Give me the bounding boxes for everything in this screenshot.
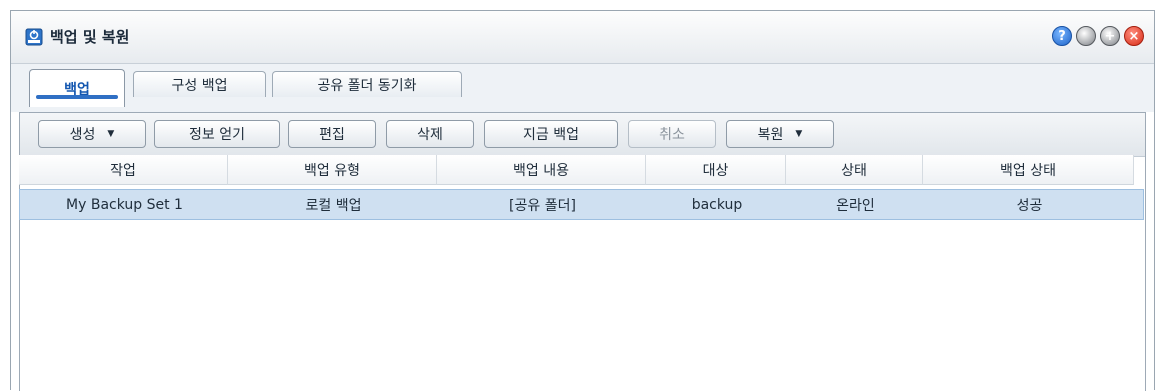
chevron-down-icon: ▼: [107, 129, 115, 139]
cell-destination: backup: [691, 196, 743, 213]
tab-config-backup-label: 구성 백업: [171, 77, 228, 94]
tab-shared-folder-sync-label: 공유 폴더 동기화: [317, 77, 417, 94]
delete-button[interactable]: 삭제: [386, 120, 474, 148]
backup-restore-window: 백업 및 복원 ? + × 백업 구성 백업 공유 폴더 동기화 생성 ▼ 정보…: [10, 10, 1155, 391]
tab-strip: 백업 구성 백업 공유 폴더 동기화: [11, 64, 1154, 112]
column-header-backup-content[interactable]: 백업 내용: [437, 155, 646, 185]
active-tab-indicator: [36, 95, 118, 99]
cell-backup-type: 로컬 백업: [305, 197, 362, 214]
backup-app-icon: [25, 28, 43, 46]
get-info-button[interactable]: 정보 얻기: [154, 120, 280, 148]
cell-status: 온라인: [836, 197, 875, 214]
column-header-backup-type[interactable]: 백업 유형: [228, 155, 437, 185]
maximize-icon[interactable]: +: [1100, 26, 1120, 46]
tab-config-backup[interactable]: 구성 백업: [133, 71, 266, 97]
window-controls: ? + ×: [1052, 26, 1144, 46]
create-label: 생성: [69, 127, 96, 143]
cell-task: My Backup Set 1: [66, 196, 183, 213]
backup-now-button[interactable]: 지금 백업: [484, 120, 618, 148]
title-bar[interactable]: 백업 및 복원 ? + ×: [11, 11, 1154, 64]
edit-button[interactable]: 편집: [288, 120, 376, 148]
column-header-task[interactable]: 작업: [19, 155, 228, 185]
window-title: 백업 및 복원: [50, 28, 130, 46]
tab-shared-folder-sync[interactable]: 공유 폴더 동기화: [272, 71, 462, 97]
cell-backup-content: [공유 폴더]: [509, 197, 576, 214]
restore-label: 복원: [757, 127, 784, 143]
toolbar: 생성 ▼ 정보 얻기 편집 삭제 지금 백업 취소 복원 ▼: [20, 113, 1145, 157]
column-header-status[interactable]: 상태: [786, 155, 923, 185]
column-header-backup-status[interactable]: 백업 상태: [923, 155, 1134, 185]
tab-backup[interactable]: 백업: [29, 69, 125, 107]
chevron-down-icon: ▼: [795, 129, 803, 139]
table-header: 작업 백업 유형 백업 내용 대상 상태 백업 상태: [19, 155, 1146, 185]
cell-backup-status: 성공: [1016, 197, 1043, 214]
column-header-destination[interactable]: 대상: [646, 155, 786, 185]
backup-panel: 생성 ▼ 정보 얻기 편집 삭제 지금 백업 취소 복원 ▼: [19, 112, 1146, 391]
create-dropdown-button[interactable]: 생성 ▼: [38, 120, 146, 148]
help-icon[interactable]: ?: [1052, 26, 1072, 46]
minimize-icon[interactable]: [1076, 26, 1096, 46]
cancel-button[interactable]: 취소: [628, 120, 716, 148]
restore-dropdown-button[interactable]: 복원 ▼: [726, 120, 834, 148]
table-row[interactable]: My Backup Set 1 로컬 백업 [공유 폴더] backup 온라인…: [19, 189, 1144, 220]
close-icon[interactable]: ×: [1124, 26, 1144, 46]
